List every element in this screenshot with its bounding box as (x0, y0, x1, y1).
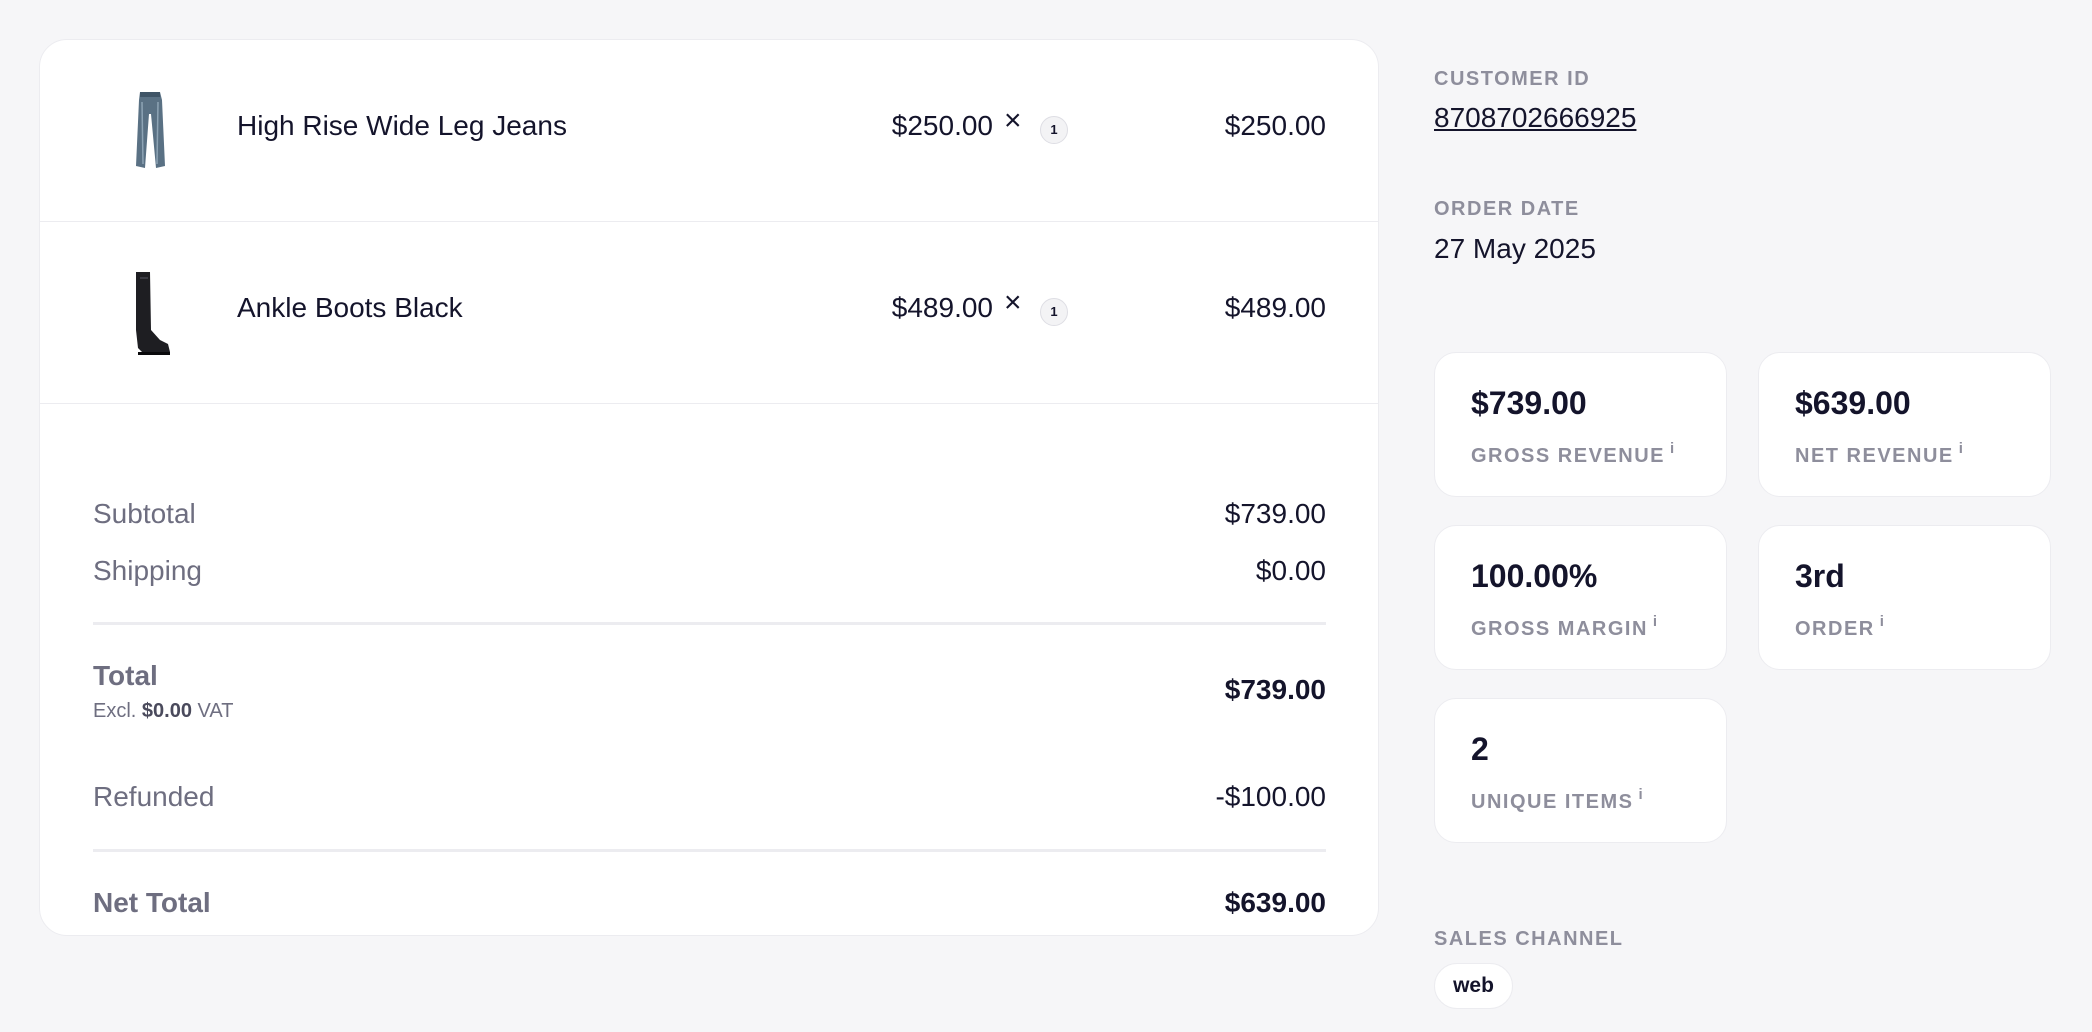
stat-label-text: GROSS REVENUE (1471, 445, 1665, 467)
vat-note: Excl. $0.00 VAT (93, 700, 233, 723)
stat-card-gross-margin: 100.00% GROSS MARGIN i (1434, 525, 1727, 670)
item-total: $250.00 (1224, 110, 1326, 141)
jeans-icon (136, 92, 165, 168)
info-icon[interactable]: i (1959, 440, 1963, 457)
sales-channel-badge: web (1434, 963, 1513, 1009)
summary-divider (93, 849, 1326, 852)
info-icon[interactable]: i (1670, 440, 1674, 457)
shipping-value: $0.00 (1255, 555, 1326, 586)
stat-label-text: ORDER (1795, 618, 1875, 640)
summary-divider (93, 622, 1326, 625)
stat-card-order: 3rd ORDER i (1758, 525, 2051, 670)
subtotal-label: Subtotal (93, 498, 196, 529)
item-name[interactable]: High Rise Wide Leg Jeans (237, 110, 567, 142)
customer-id-label: CUSTOMER ID (1434, 68, 1591, 90)
item-name[interactable]: Ankle Boots Black (237, 292, 463, 324)
stat-card-unique-items: 2 UNIQUE ITEMS i (1434, 698, 1727, 843)
stat-value: 3rd (1795, 558, 1845, 594)
subtotal-value: $739.00 (1224, 498, 1326, 529)
info-icon[interactable]: i (1880, 613, 1884, 630)
vat-suffix: VAT (197, 700, 234, 722)
order-date-value: 27 May 2025 (1434, 233, 1596, 264)
item-unit-price: $489.00 (891, 292, 993, 323)
quantity-badge: 1 (1040, 298, 1068, 326)
stat-card-gross-revenue: $739.00 GROSS REVENUE i (1434, 352, 1727, 497)
stat-label: GROSS REVENUE i (1471, 440, 1674, 468)
order-items-card: High Rise Wide Leg Jeans $250.00 × 1 $25… (39, 39, 1379, 936)
quantity-badge: 1 (1040, 116, 1068, 144)
stat-label-text: UNIQUE ITEMS (1471, 791, 1634, 813)
stat-value: $639.00 (1795, 385, 1911, 421)
stat-label: ORDER i (1795, 613, 1884, 641)
customer-id-link[interactable]: 8708702666925 (1434, 102, 1636, 134)
multiply-icon: × (1004, 286, 1022, 319)
vat-prefix: Excl. (93, 700, 137, 722)
stat-value: 100.00% (1471, 558, 1598, 594)
vat-amount: $0.00 (141, 700, 192, 722)
net-total-value: $639.00 (1224, 887, 1326, 918)
sales-channel-label: SALES CHANNEL (1434, 928, 1624, 950)
stat-label-text: GROSS MARGIN (1471, 618, 1648, 640)
order-date-label: ORDER DATE (1434, 198, 1580, 220)
total-label: Total (93, 660, 158, 691)
item-total: $489.00 (1224, 292, 1326, 323)
refunded-label: Refunded (93, 781, 215, 812)
stat-label: NET REVENUE i (1795, 440, 1963, 468)
stat-label: GROSS MARGIN i (1471, 613, 1657, 641)
line-item: Ankle Boots Black $489.00 × 1 $489.00 (40, 222, 1378, 404)
stat-label: UNIQUE ITEMS i (1471, 786, 1643, 814)
info-icon[interactable]: i (1638, 786, 1642, 803)
multiply-icon: × (1004, 104, 1022, 137)
stat-value: $739.00 (1471, 385, 1587, 421)
item-unit-price: $250.00 (891, 110, 993, 141)
stat-card-net-revenue: $639.00 NET REVENUE i (1758, 352, 2051, 497)
info-icon[interactable]: i (1653, 613, 1657, 630)
stat-value: 2 (1471, 731, 1489, 767)
net-total-label: Net Total (93, 887, 211, 918)
stat-label-text: NET REVENUE (1795, 445, 1954, 467)
shipping-label: Shipping (93, 555, 202, 586)
line-item: High Rise Wide Leg Jeans $250.00 × 1 $25… (40, 40, 1378, 222)
boot-icon (136, 272, 170, 355)
total-value: $739.00 (1224, 674, 1326, 705)
refunded-value: -$100.00 (1215, 781, 1326, 812)
